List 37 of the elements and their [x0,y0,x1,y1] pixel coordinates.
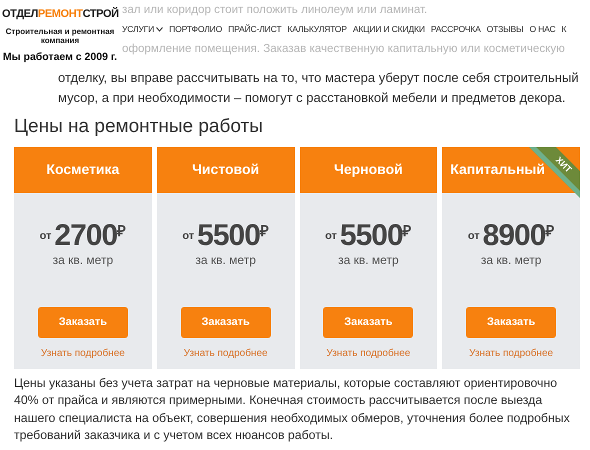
currency-sign: ₽ [402,222,412,240]
price-prefix: от [40,229,52,244]
price-unit: за кв. метр [338,252,399,269]
nav-link[interactable]: АКЦИИ И СКИДКИ [352,23,425,36]
currency-sign: ₽ [545,222,554,240]
price-unit: за кв. метр [195,252,256,269]
background-text-line: оформление помещения. Заказав качественную капитальную или косметическую [122,40,566,56]
background-text-line: зал или коридор стоит положить линолеум или ламинат. [122,2,428,17]
currency-sign: ₽ [260,222,269,240]
company-logo[interactable]: ОТДЕЛРЕМОНТСТРОЙ [2,7,119,21]
price-unit: за кв. метр [480,252,542,269]
plan-title: Косметика [14,146,152,193]
nav-link[interactable]: КАЛЬКУЛЯТОР [287,23,347,36]
nav-link[interactable]: К [561,23,566,36]
price-value: 2700 [54,220,118,251]
nav-link[interactable]: ПОРТФОЛИО [169,23,222,36]
section-title: Цены на ремонтные работы [14,116,264,139]
plan-title: Черновой [300,146,438,193]
price-prefix: от [325,229,337,244]
price-unit: за кв. метр [52,252,114,269]
currency-sign: ₽ [117,222,126,240]
intro-paragraph: отделку, вы вправе рассчитывать на то, что мастера уберут после себя строительный мусор, а при необходимости – помогут с расстановкой мебели и предметов декора. [58,69,580,107]
nav-link[interactable]: УСЛУГИ [122,23,164,36]
nav-link[interactable]: ОТЗЫВЫ [486,23,524,36]
company-tagline: Строительная и ремонтная компания [4,27,116,45]
price-value: 8900 [482,220,546,251]
caret-icon [156,27,164,32]
pricing-note: Цены указаны без учета затрат на черновые материалы, которые составляют ориентировочно 40% от прайса и являются примерными. Конечная стоимость рассчитывается после выезда нашего специалиста на объект, совершения необходимых обмеров, уточнения более подробных требований заказчика и с учетом всех нюансов работы. [14,374,571,444]
plan-title: Чистовой [156,146,294,193]
founded-text: Мы работаем с 2009 г. [2,50,118,64]
price-value: 5500 [340,220,403,251]
price-prefix: от [182,229,194,244]
nav-link[interactable]: РАССРОЧКА [430,23,481,36]
nav-link[interactable]: О НАС [529,23,556,36]
price-prefix: от [468,229,480,244]
nav-link[interactable]: ПРАЙС-ЛИСТ [228,23,282,36]
price-value: 5500 [197,220,260,251]
